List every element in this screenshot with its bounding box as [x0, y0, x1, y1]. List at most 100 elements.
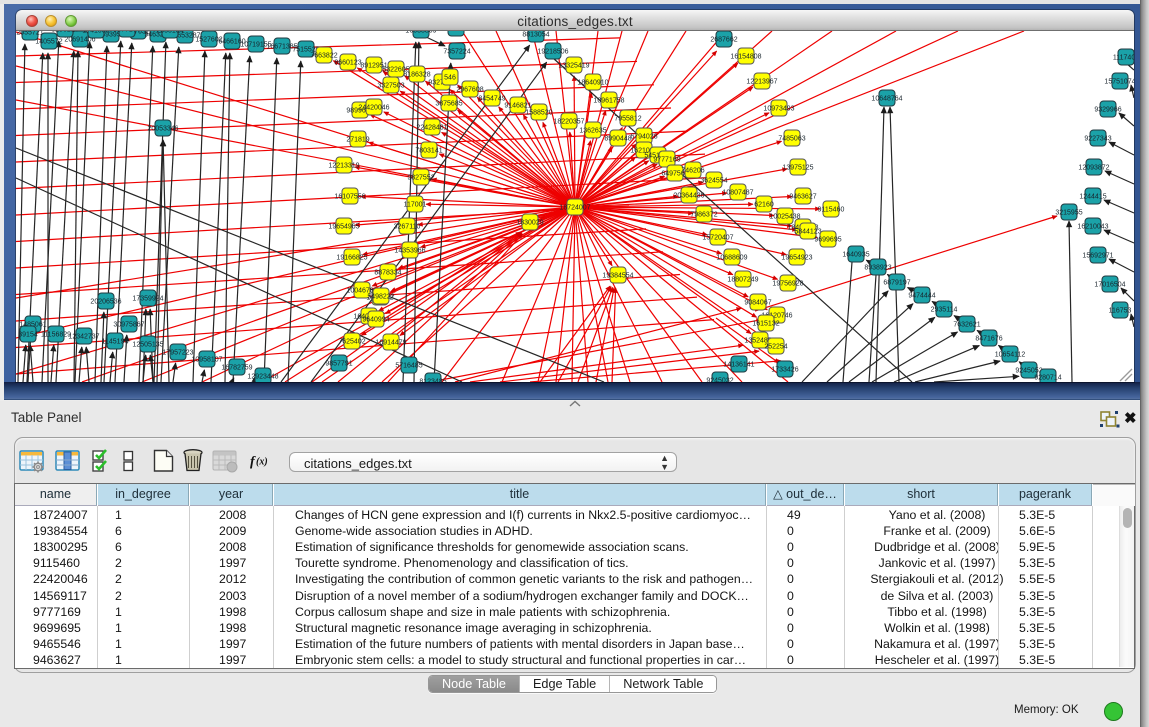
svg-text:8813054: 8813054: [522, 32, 549, 39]
svg-text:9777169: 9777169: [653, 157, 680, 164]
svg-text:18640910: 18640910: [577, 80, 608, 87]
svg-text:11156829: 11156829: [41, 332, 71, 339]
svg-text:6879197: 6879197: [883, 280, 910, 287]
svg-text:1117404: 1117404: [1113, 55, 1134, 62]
svg-text:9377104: 9377104: [113, 31, 140, 34]
svg-text:8186328: 8186328: [403, 72, 430, 79]
svg-text:1615132: 1615132: [752, 321, 779, 328]
svg-text:2687662: 2687662: [710, 37, 737, 44]
svg-text:8878334: 8878334: [374, 270, 401, 277]
svg-text:116753: 116753: [1109, 308, 1132, 315]
svg-text:19166825: 19166825: [336, 255, 367, 262]
svg-text:9640994: 9640994: [362, 317, 389, 324]
svg-text:24420046: 24420046: [358, 105, 389, 112]
svg-text:10958107: 10958107: [191, 357, 222, 364]
svg-text:9857791: 9857791: [325, 361, 352, 368]
svg-text:14353966: 14353966: [394, 248, 425, 255]
svg-text:9084067: 9084067: [744, 300, 771, 307]
svg-text:16782759: 16782759: [221, 365, 252, 372]
svg-text:8912951: 8912951: [360, 63, 387, 70]
svg-text:12342737: 12342737: [68, 334, 99, 341]
svg-text:271819: 271819: [346, 137, 369, 144]
svg-text:8296210: 8296210: [51, 31, 78, 34]
svg-text:19218506: 19218506: [537, 49, 568, 56]
svg-text:10688609: 10688609: [716, 255, 747, 262]
svg-text:7803141: 7803141: [415, 148, 442, 155]
svg-text:12213319: 12213319: [328, 163, 359, 170]
svg-text:5844123: 5844123: [794, 229, 821, 236]
svg-text:10654112: 10654112: [995, 352, 1026, 359]
svg-text:1244415: 1244415: [1079, 194, 1106, 201]
svg-text:5716485: 5716485: [395, 363, 422, 370]
svg-text:1733426: 1733426: [771, 367, 798, 374]
svg-text:2935114: 2935114: [931, 307, 958, 314]
svg-text:1405572: 1405572: [35, 39, 62, 46]
svg-text:6794028: 6794028: [630, 134, 657, 141]
svg-text:13975125: 13975125: [782, 165, 813, 172]
svg-text:7663822: 7663822: [310, 53, 337, 60]
svg-text:9321405: 9321405: [442, 31, 469, 33]
svg-text:15720407: 15720407: [702, 235, 733, 242]
svg-text:1830029: 1830029: [516, 220, 543, 227]
svg-text:15751074: 15751074: [1104, 79, 1134, 86]
svg-text:12213967: 12213967: [746, 79, 777, 86]
svg-text:252254: 252254: [764, 344, 787, 351]
svg-text:1640935: 1640935: [842, 252, 869, 259]
svg-text:12923448: 12923448: [247, 374, 278, 381]
svg-text:10648764: 10648764: [871, 96, 902, 103]
svg-text:7357224: 7357224: [443, 49, 470, 56]
svg-text:9329966: 9329966: [1094, 107, 1121, 114]
svg-text:10807487: 10807487: [722, 190, 753, 197]
svg-text:14136141: 14136141: [723, 362, 754, 369]
svg-text:9146821: 9146821: [504, 103, 531, 110]
svg-text:20364436: 20364436: [673, 193, 704, 200]
svg-text:8471676: 8471676: [975, 336, 1002, 343]
svg-text:9699695: 9699695: [814, 237, 841, 244]
svg-text:117001: 117001: [404, 202, 427, 209]
svg-text:9115460: 9115460: [818, 207, 845, 214]
svg-text:8123485: 8123485: [419, 379, 446, 383]
svg-text:7986372: 7986372: [690, 212, 717, 219]
svg-text:16210043: 16210043: [1077, 224, 1108, 231]
svg-text:1588520: 1588520: [525, 110, 552, 117]
svg-text:13325419: 13325419: [558, 63, 589, 70]
svg-text:19654923: 19654923: [781, 255, 812, 262]
svg-text:3215955: 3215955: [1055, 210, 1082, 217]
svg-text:3624554: 3624554: [700, 178, 727, 185]
svg-text:18724007: 18724007: [559, 205, 590, 212]
svg-text:9827552: 9827552: [407, 175, 434, 182]
svg-text:2055721: 2055721: [16, 31, 43, 37]
svg-text:8990448: 8990448: [604, 136, 631, 143]
svg-text:3267110: 3267110: [394, 224, 421, 231]
svg-text:15692971: 15692971: [1082, 253, 1113, 260]
svg-text:7955812: 7955812: [614, 116, 641, 123]
svg-text:3875685: 3875685: [435, 101, 462, 108]
svg-text:16107556: 16107556: [334, 194, 365, 201]
svg-text:12505135: 12505135: [132, 342, 163, 349]
svg-text:62160: 62160: [754, 202, 774, 209]
svg-text:5498222: 5498222: [367, 294, 394, 301]
svg-text:30975867: 30975867: [113, 322, 144, 329]
svg-text:19384554: 19384554: [602, 273, 633, 280]
svg-text:8938923: 8938923: [864, 265, 891, 272]
svg-text:9227343: 9227343: [1084, 136, 1111, 143]
svg-text:16154808: 16154808: [730, 54, 761, 61]
svg-text:546: 546: [444, 75, 456, 82]
svg-text:20206536: 20206536: [90, 299, 121, 306]
svg-text:17016504: 17016504: [1094, 282, 1125, 289]
svg-text:18807249: 18807249: [727, 277, 758, 284]
svg-text:1741036: 1741036: [82, 31, 109, 35]
svg-text:9463627: 9463627: [789, 194, 816, 201]
svg-text:7632621: 7632621: [953, 322, 980, 329]
svg-text:2055134: 2055134: [156, 31, 183, 35]
svg-text:2967608: 2967608: [456, 87, 483, 94]
svg-text:(x): (x): [256, 457, 268, 468]
svg-text:9280714: 9280714: [1034, 375, 1061, 382]
svg-text:17359924: 17359924: [132, 296, 163, 303]
svg-text:12093872: 12093872: [1078, 165, 1109, 172]
svg-text:18220357: 18220357: [553, 119, 584, 126]
svg-text:16914479: 16914479: [375, 340, 406, 347]
svg-text:10973493: 10973493: [763, 106, 794, 113]
svg-text:3327503: 3327503: [377, 83, 404, 90]
svg-text:746206: 746206: [681, 168, 704, 175]
